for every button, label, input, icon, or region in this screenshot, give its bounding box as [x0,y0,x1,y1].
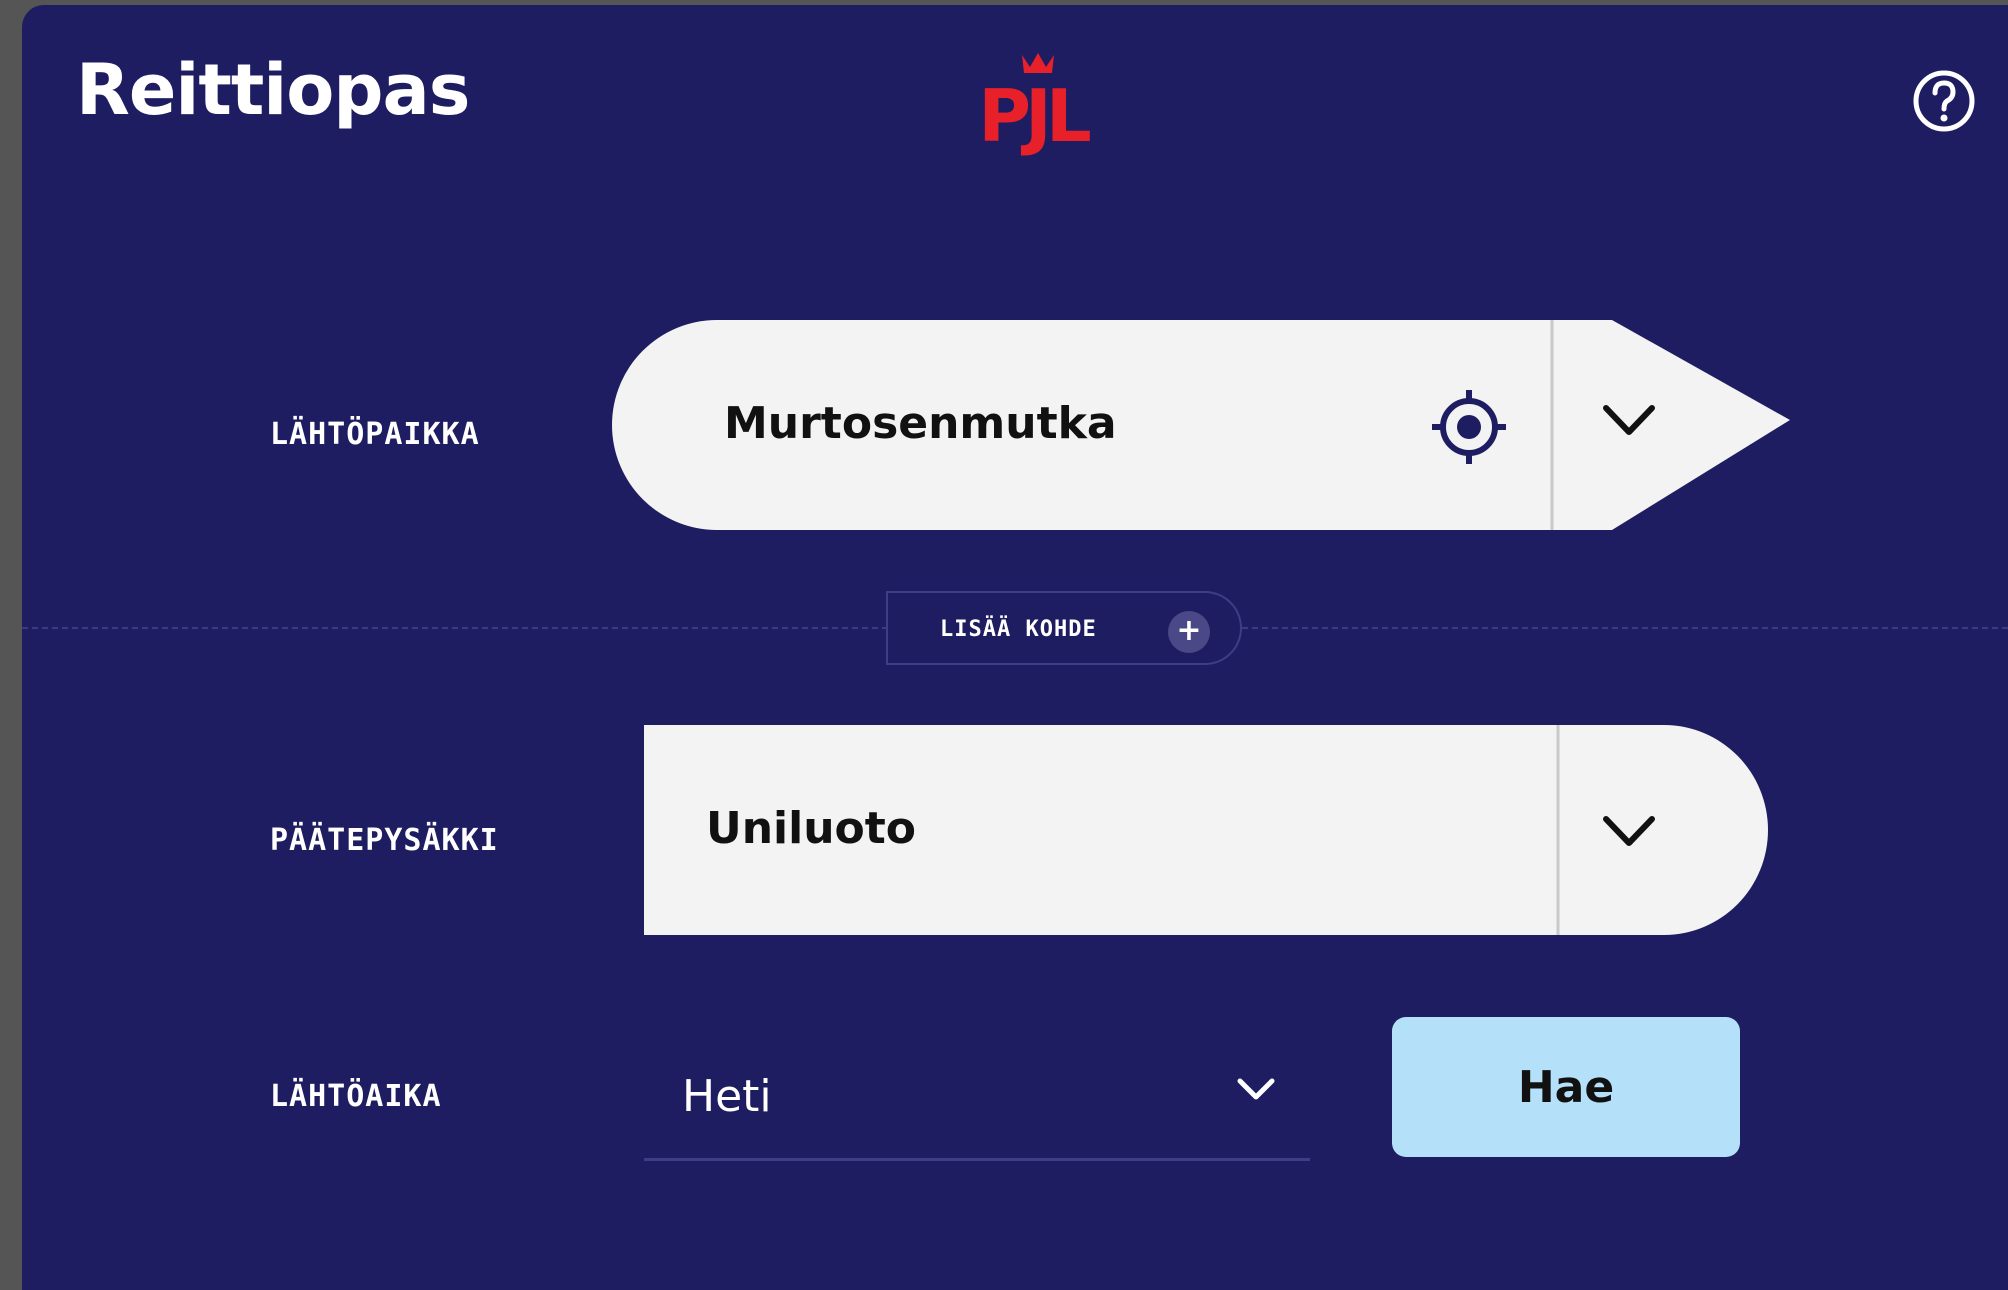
destination-input[interactable]: Uniluoto [706,803,916,854]
origin-input[interactable]: Murtosenmutka [724,398,1117,449]
chevron-down-icon[interactable] [1602,402,1656,440]
destination-label: PÄÄTEPYSÄKKI [270,823,499,858]
plus-icon[interactable]: + [1168,611,1210,653]
origin-field[interactable]: Murtosenmutka [612,320,1812,530]
search-button[interactable]: Hae [1392,1017,1740,1157]
departure-time-select[interactable]: Heti [644,1035,1310,1161]
pjl-logo: PJL [952,47,1112,158]
origin-label: LÄHTÖPAIKKA [270,417,480,452]
chevron-down-icon[interactable] [1236,1075,1276,1105]
logo-text: PJL [978,74,1090,157]
add-destination-label: LISÄÄ KOHDE [940,617,1097,642]
departure-time-value: Heti [682,1071,772,1122]
departure-time-label: LÄHTÖAIKA [270,1079,442,1114]
destination-field[interactable]: Uniluoto [644,725,1768,935]
app-title: Reittiopas [76,49,470,131]
chevron-down-icon[interactable] [1602,813,1656,851]
crosshair-icon[interactable] [1432,390,1506,464]
question-circle-icon[interactable] [1910,67,1978,135]
route-planner-panel: Reittiopas PJL LÄHTÖPAIKKA Murtosenmutka [22,5,2008,1290]
